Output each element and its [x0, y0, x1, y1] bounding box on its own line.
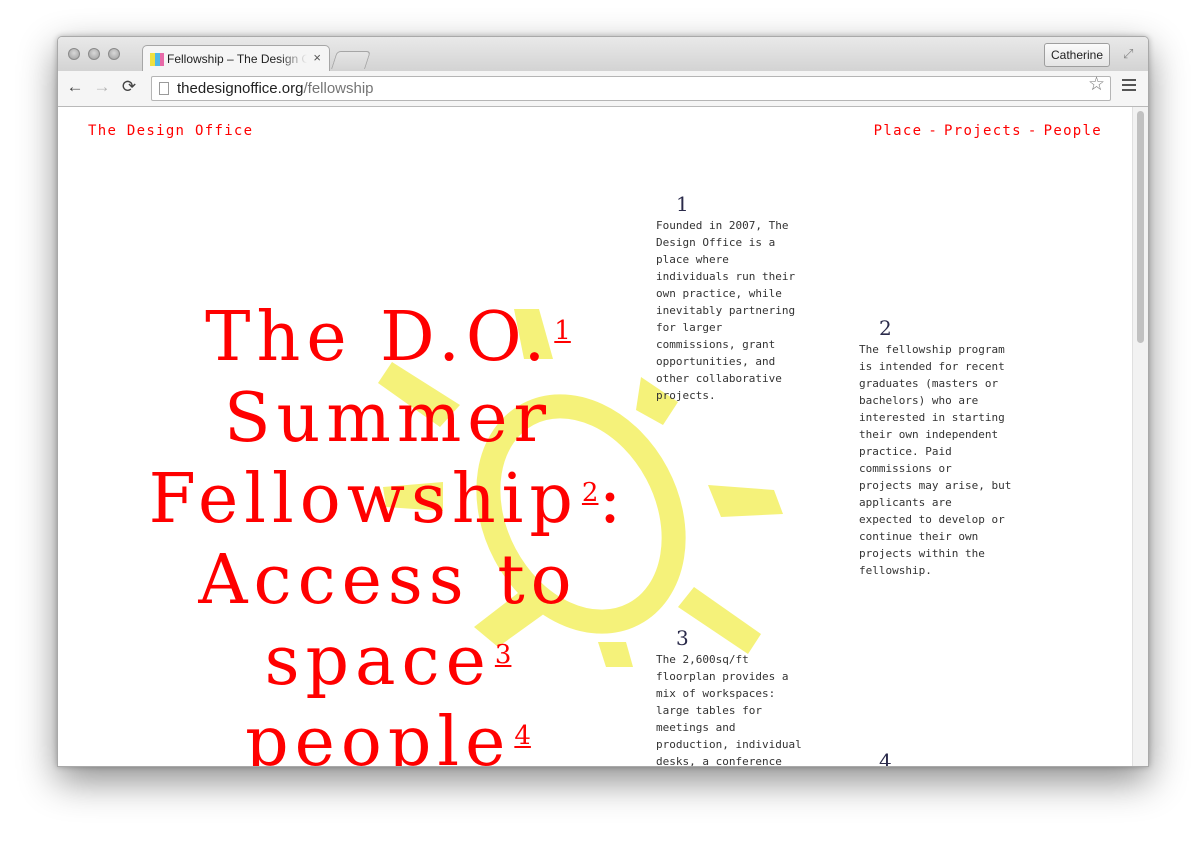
footnote-link-2[interactable]: 2: [582, 478, 599, 508]
footnote-number: 3: [676, 626, 689, 650]
back-button[interactable]: ←: [65, 77, 85, 97]
site-nav: Place - Projects - People: [874, 123, 1102, 139]
footnote-link-1[interactable]: 1: [554, 316, 571, 346]
nav-people[interactable]: People: [1044, 123, 1102, 139]
footnote-3: 3 The 2,600sq/ft floorplan provides a mi…: [656, 626, 836, 766]
close-tab-icon[interactable]: ×: [313, 50, 321, 65]
nav-separator: -: [928, 123, 939, 139]
forward-button[interactable]: →: [92, 77, 112, 97]
nav-place[interactable]: Place: [874, 123, 923, 139]
headline-line-3: Fellowship 2:: [148, 460, 628, 539]
url-host: thedesignoffice.org: [177, 80, 304, 97]
close-window-button[interactable]: [68, 48, 80, 60]
footnote-number: 4: [879, 749, 892, 766]
nav-separator: -: [1027, 123, 1038, 139]
headline-line-2: Summer: [223, 379, 553, 458]
profile-button[interactable]: Catherine: [1044, 43, 1110, 67]
url-path: /fellowship: [303, 80, 374, 97]
footnote-link-4[interactable]: 4: [514, 721, 531, 751]
minimize-window-button[interactable]: [88, 48, 100, 60]
footnote-text: Founded in 2007, The Design Office is a …: [656, 219, 796, 402]
title-bar: Fellowship – The Design Office × Catheri…: [58, 37, 1148, 72]
address-bar[interactable]: thedesignoffice.org/fellowship: [151, 76, 1111, 101]
star-icon[interactable]: ☆: [1088, 75, 1105, 95]
browser-toolbar: ← → ⟳ thedesignoffice.org/fellowship ☆: [58, 71, 1148, 107]
footnote-number: 2: [879, 316, 892, 340]
page-scrollbar[interactable]: [1132, 107, 1148, 766]
zoom-window-button[interactable]: [108, 48, 120, 60]
footnote-link-3[interactable]: 3: [495, 640, 512, 670]
scrollbar-thumb[interactable]: [1137, 111, 1144, 343]
nav-projects[interactable]: Projects: [944, 123, 1022, 139]
headline-line-1: The D.O. 1: [205, 298, 571, 377]
new-tab-button[interactable]: [331, 51, 371, 69]
footnote-4: 4: [859, 749, 1049, 766]
site-logo[interactable]: The Design Office: [88, 123, 253, 139]
browser-tab[interactable]: Fellowship – The Design Office ×: [142, 45, 330, 72]
url-text[interactable]: thedesignoffice.org/fellowship: [177, 80, 374, 97]
browser-window: Fellowship – The Design Office × Catheri…: [57, 36, 1149, 767]
page-viewport: The Design Office Place - Projects - People …: [58, 107, 1132, 766]
headline-line-5: space 3: [264, 622, 512, 701]
footnote-2: 2 The fellowship program is intended for…: [859, 316, 1049, 579]
menu-icon[interactable]: [1122, 79, 1136, 93]
footnote-1: 1 Founded in 2007, The Design Office is …: [656, 192, 831, 404]
footnote-text: The fellowship program is intended for r…: [859, 343, 1012, 577]
footnote-number: 1: [676, 192, 689, 216]
favicon-icon: [150, 53, 164, 66]
page-icon: [159, 82, 169, 95]
headline-line-6: people 4: [245, 703, 531, 766]
headline-line-4: Access to: [198, 541, 578, 620]
footnote-text: The 2,600sq/ft floorplan provides a mix …: [656, 653, 802, 766]
tab-title: Fellowship – The Design Office: [167, 52, 307, 66]
headline: The D.O. 1 Summer Fellowship 2: Access to …: [88, 297, 688, 766]
reload-button[interactable]: ⟳: [119, 77, 139, 97]
fullscreen-icon[interactable]: ⤢: [1123, 46, 1139, 62]
